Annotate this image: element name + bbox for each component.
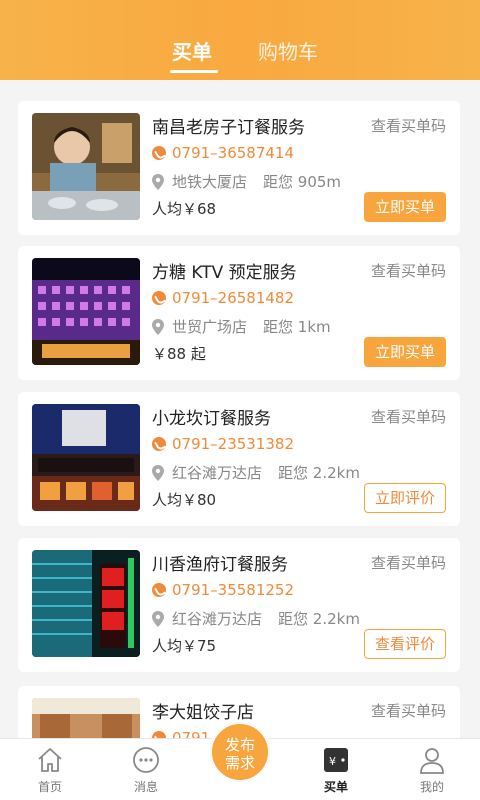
price: 人均￥75 [152, 637, 217, 655]
phone-number[interactable]: 0791–23531382 [152, 435, 294, 453]
phone-text: 0791–35581252 [172, 581, 295, 599]
restaurant-name: 川香渔府订餐服务 [152, 555, 288, 575]
dumpling-shop-thumbnail [32, 698, 140, 738]
location-row: 红谷滩万达店 距您 2.2km [152, 462, 360, 483]
restaurant-name: 方糖 KTV 预定服务 [152, 263, 297, 283]
user-icon [420, 748, 444, 774]
branch-name: 地铁大厦店 [172, 173, 248, 191]
location-pin-icon [152, 610, 164, 627]
order-card[interactable]: 方糖 KTV 预定服务 查看买单码 0791–26581482 世贸广场店 距您… [18, 246, 460, 380]
restaurant-mural-thumbnail [32, 113, 140, 220]
phone-text: 0791–26581482 [172, 289, 295, 307]
view-pay-code-link[interactable]: 查看买单码 [371, 260, 446, 281]
publish-line1: 发布 [224, 736, 255, 754]
branch-name: 红谷滩万达店 [172, 610, 263, 628]
location-pin-icon [152, 464, 164, 481]
pay-now-button[interactable]: 立即买单 [364, 192, 446, 222]
phone-icon [152, 437, 166, 451]
pay-now-button[interactable]: 立即买单 [364, 337, 446, 367]
neon-building-thumbnail [32, 550, 140, 657]
nav-pay[interactable]: ¥ 买单 [306, 745, 366, 795]
phone-number[interactable]: 0791–35581252 [152, 581, 294, 599]
phone-icon [152, 291, 166, 305]
price: 人均￥80 [152, 491, 217, 509]
view-pay-code-link[interactable]: 查看买单码 [371, 552, 446, 573]
nav-profile[interactable]: 我的 [402, 745, 462, 795]
phone-icon [152, 583, 166, 597]
restaurant-name: 李大姐饺子店 [152, 703, 254, 723]
view-review-button[interactable]: 查看评价 [364, 629, 446, 659]
order-card[interactable]: 川香渔府订餐服务 查看买单码 0791–35581252 红谷滩万达店 距您 2… [18, 538, 460, 672]
distance: 距您 2.2km [278, 464, 360, 482]
view-pay-code-link[interactable]: 查看买单码 [371, 700, 446, 721]
active-tab-indicator [170, 70, 218, 73]
order-card[interactable]: 小龙坎订餐服务 查看买单码 0791–23531382 红谷滩万达店 距您 2.… [18, 392, 460, 526]
location-row: 世贸广场店 距您 1km [152, 316, 331, 337]
order-list[interactable]: 南昌老房子订餐服务 查看买单码 0791–36587414 地铁大厦店 距您 9… [0, 80, 480, 738]
ktv-building-thumbnail [32, 258, 140, 365]
publish-line2: 需求 [224, 754, 255, 772]
location-pin-icon [152, 173, 164, 190]
phone-text: 0791–36587414 [172, 144, 295, 162]
phone-text: 0791 [172, 729, 211, 738]
distance: 距您 1km [263, 318, 331, 336]
review-now-button[interactable]: 立即评价 [364, 483, 446, 513]
phone-number[interactable]: 0791–26581482 [152, 289, 294, 307]
view-pay-code-link[interactable]: 查看买单码 [371, 115, 446, 136]
distance: 距您 905m [263, 173, 342, 191]
phone-icon [152, 146, 166, 160]
home-icon [38, 748, 62, 772]
message-icon [133, 747, 159, 773]
distance: 距您 2.2km [278, 610, 360, 628]
publish-request-button[interactable]: 发布 需求 [209, 721, 271, 783]
nav-label: 首页 [37, 780, 62, 794]
svg-text:¥: ¥ [329, 755, 336, 768]
hotpot-storefront-thumbnail [32, 404, 140, 511]
tab-pay[interactable]: 买单 [172, 36, 212, 65]
location-row: 红谷滩万达店 距您 2.2km [152, 608, 360, 629]
tab-cart[interactable]: 购物车 [258, 36, 318, 65]
location-row: 地铁大厦店 距您 905m [152, 171, 341, 192]
nav-label: 我的 [419, 780, 444, 794]
nav-messages[interactable]: 消息 [116, 745, 176, 795]
price: 人均￥68 [152, 200, 217, 218]
branch-name: 世贸广场店 [172, 318, 248, 336]
location-pin-icon [152, 318, 164, 335]
restaurant-name: 南昌老房子订餐服务 [152, 118, 305, 138]
branch-name: 红谷滩万达店 [172, 464, 263, 482]
phone-icon [152, 731, 166, 738]
wallet-icon: ¥ [324, 748, 348, 772]
restaurant-name: 小龙坎订餐服务 [152, 409, 271, 429]
nav-label: 买单 [323, 780, 348, 794]
phone-number[interactable]: 0791 [152, 729, 210, 738]
phone-text: 0791–23531382 [172, 435, 295, 453]
phone-number[interactable]: 0791–36587414 [152, 144, 294, 162]
header-bar: 买单 购物车 [0, 0, 480, 80]
view-pay-code-link[interactable]: 查看买单码 [371, 406, 446, 427]
nav-home[interactable]: 首页 [20, 745, 80, 795]
price: ￥88 起 [152, 345, 206, 363]
order-card[interactable]: 南昌老房子订餐服务 查看买单码 0791–36587414 地铁大厦店 距您 9… [18, 101, 460, 235]
nav-label: 消息 [133, 780, 158, 794]
